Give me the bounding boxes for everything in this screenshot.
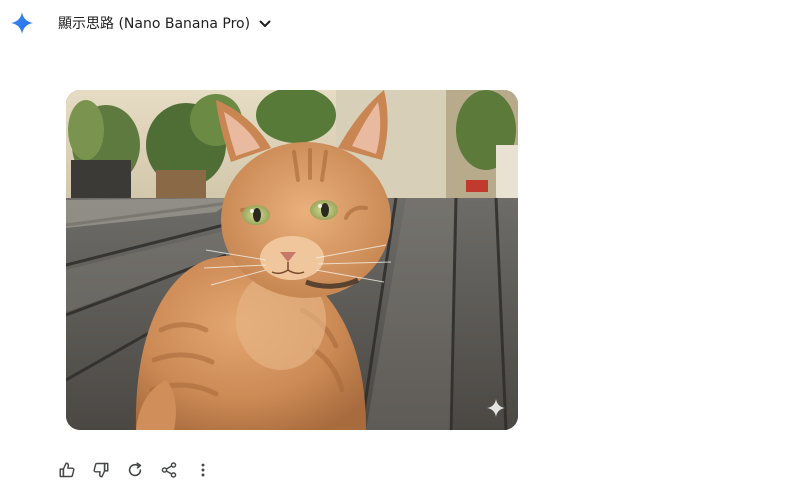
response-header — [10, 10, 34, 36]
gemini-sparkle-icon — [10, 11, 34, 35]
thumbs-down-button[interactable] — [90, 459, 112, 481]
cat-photo — [66, 90, 518, 430]
thumbs-down-icon — [93, 462, 109, 478]
chevron-down-icon — [258, 16, 272, 30]
more-options-button[interactable] — [192, 459, 214, 481]
regenerate-button[interactable] — [124, 459, 146, 481]
regenerate-icon — [128, 462, 142, 477]
show-thoughts-label: 顯示思路 (Nano Banana Pro) — [58, 16, 251, 32]
show-thoughts-toggle[interactable]: 顯示思路 (Nano Banana Pro) — [58, 12, 272, 34]
thumbs-up-icon — [59, 462, 75, 478]
thumbs-up-button[interactable] — [56, 459, 78, 481]
more-vertical-icon — [201, 463, 205, 477]
share-icon — [161, 462, 177, 478]
sparkle-icon — [486, 398, 506, 418]
share-button[interactable] — [158, 459, 180, 481]
generated-image[interactable] — [66, 90, 518, 430]
response-actions — [56, 458, 214, 482]
